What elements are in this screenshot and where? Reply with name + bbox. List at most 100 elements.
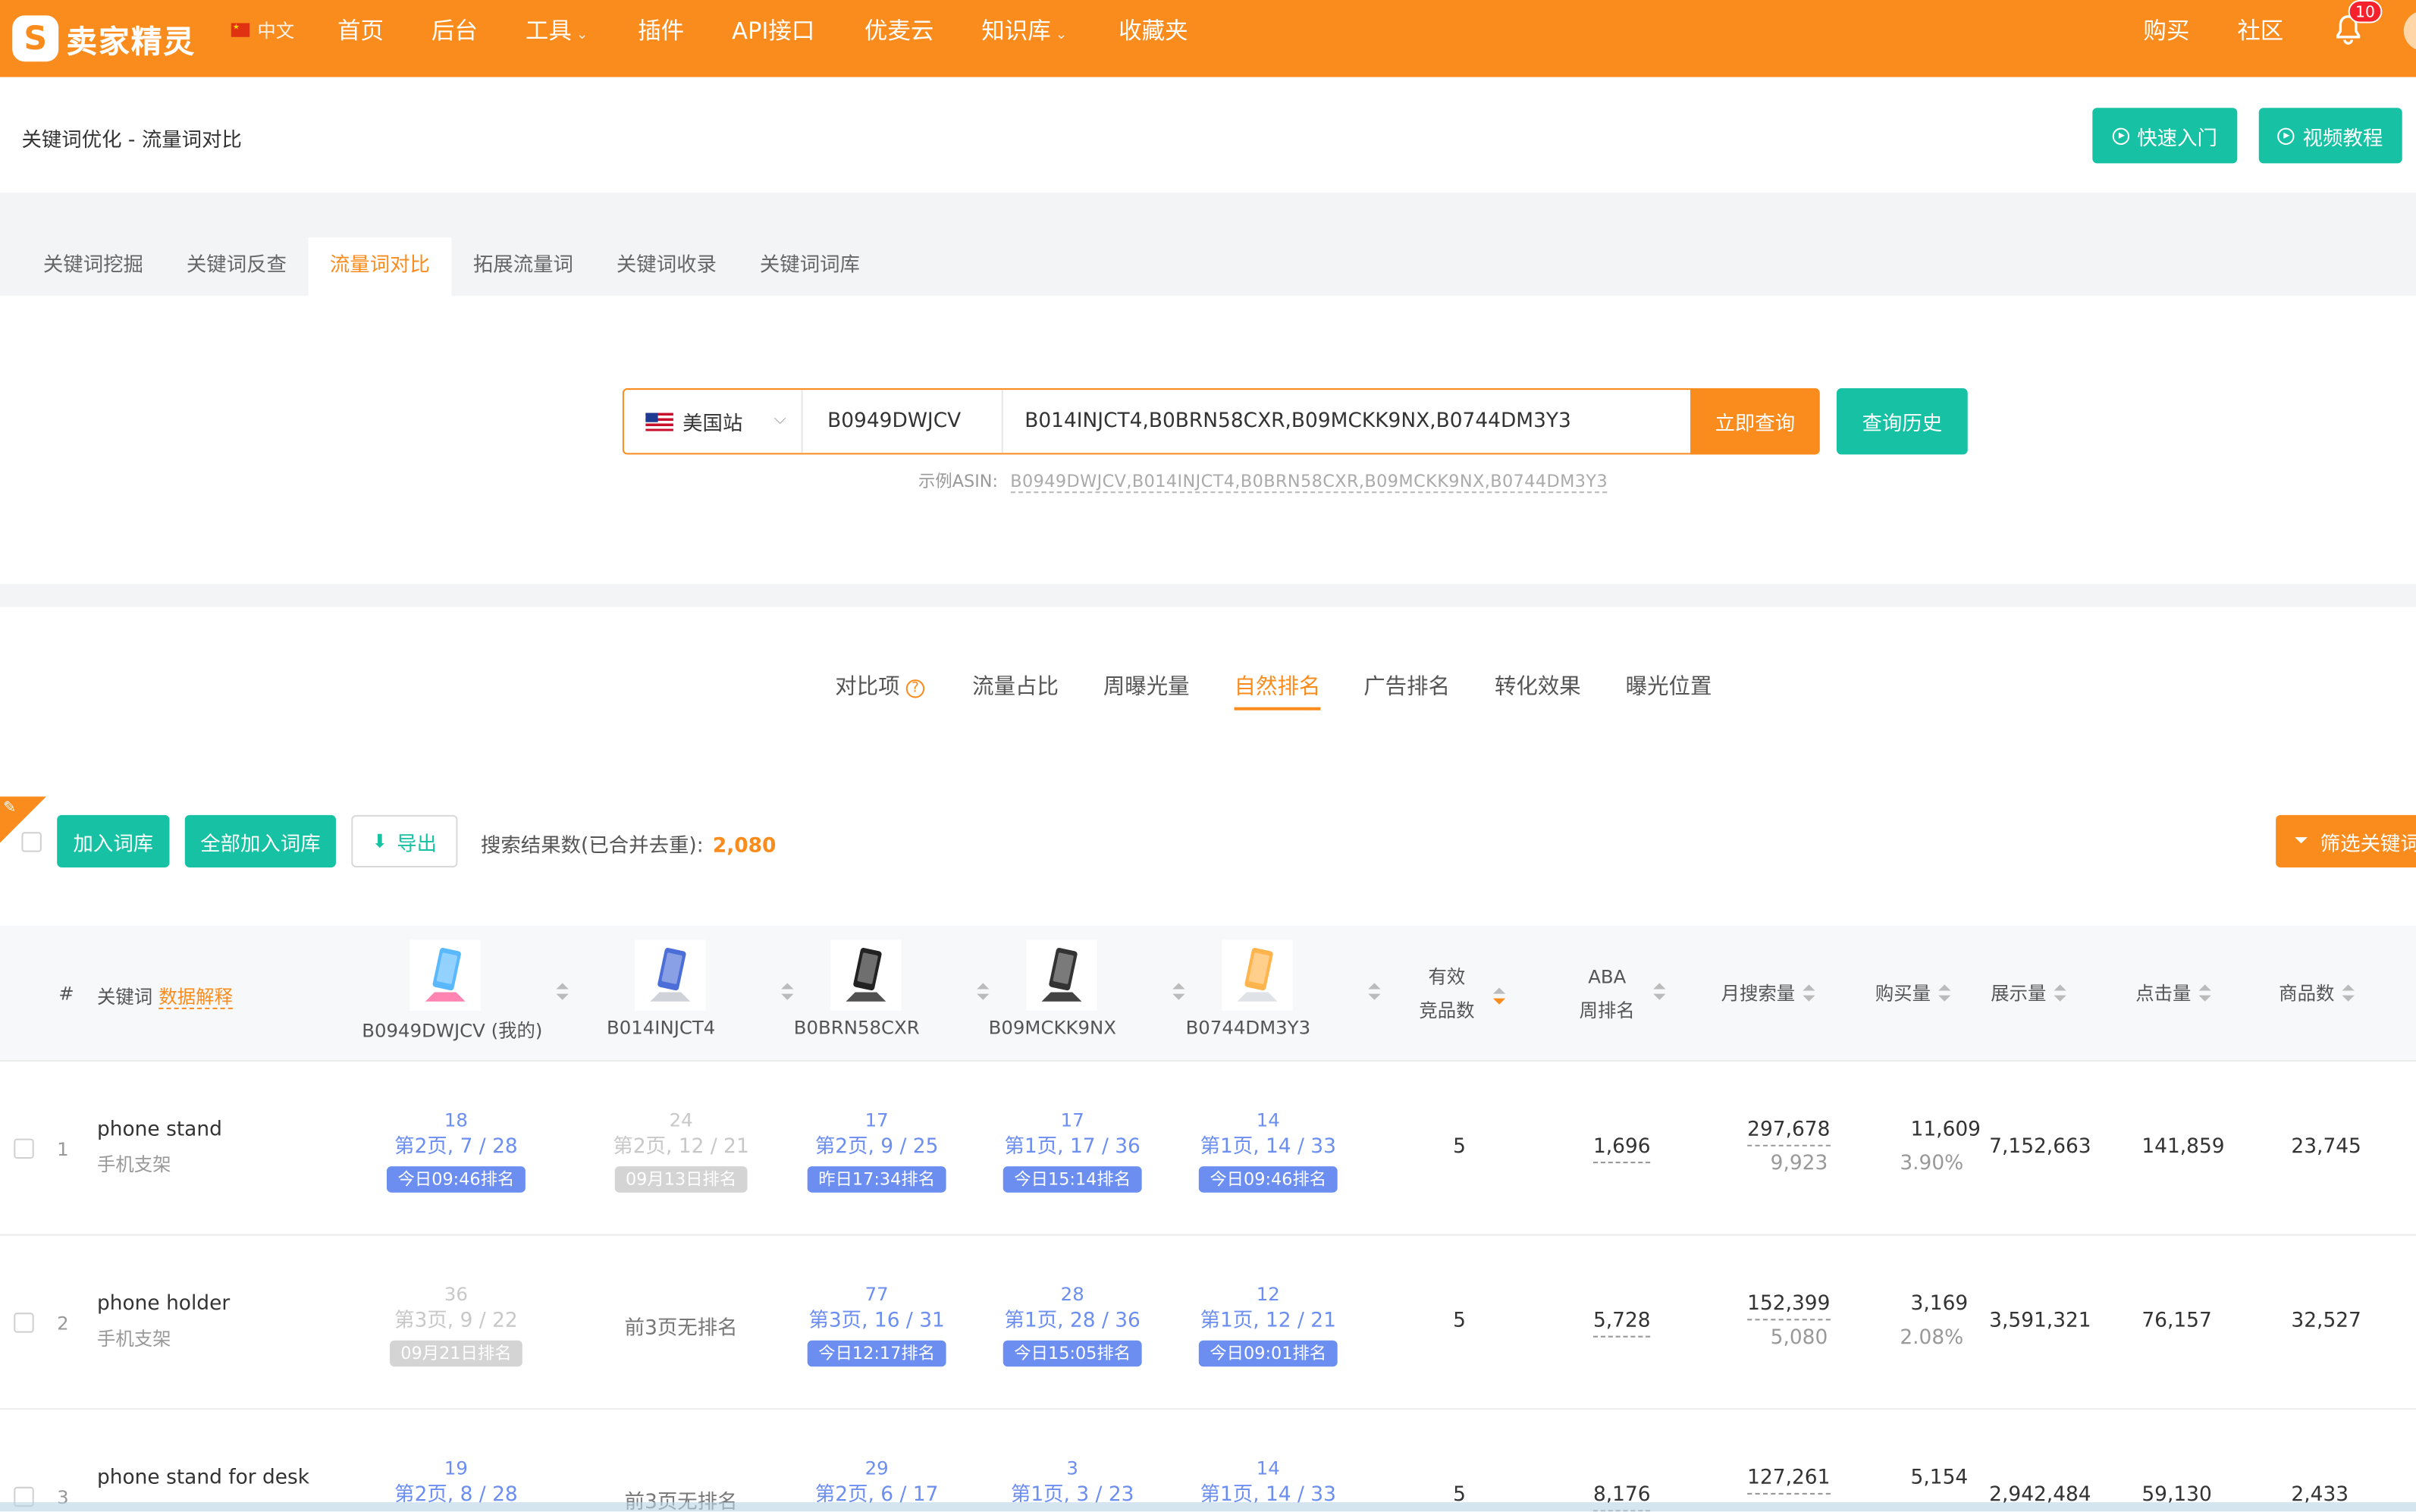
- sort-icon[interactable]: [1172, 983, 1185, 1001]
- my-asin-input[interactable]: [802, 390, 1003, 453]
- compare-tab-1[interactable]: 周曝光量: [1103, 670, 1190, 701]
- table-row[interactable]: 2 phone holder 手机支架 36 第3页, 9 / 22 09月21日排名 前3…: [0, 1235, 2416, 1410]
- rank-time-badge[interactable]: 昨日17:34排名: [808, 1166, 946, 1193]
- tab-5[interactable]: 关键词词库: [738, 237, 881, 296]
- export-button[interactable]: ⬇ 导出: [351, 814, 458, 867]
- select-all-checkbox[interactable]: [21, 832, 42, 852]
- quick-start-label: 快速入门: [2137, 127, 2217, 151]
- rank-position: 12: [1256, 1283, 1280, 1306]
- keyword-english[interactable]: phone stand: [97, 1118, 222, 1141]
- col-products[interactable]: 商品数: [2279, 980, 2355, 1006]
- logo[interactable]: S 卖家精灵: [12, 11, 196, 66]
- keyword-english[interactable]: phone stand for desk: [97, 1467, 309, 1489]
- rank-time-badge[interactable]: 今日12:17排名: [808, 1340, 946, 1367]
- quick-start-button[interactable]: 快速入门: [2092, 108, 2238, 164]
- chevron-down-icon: ⌄: [576, 27, 588, 43]
- col-monthly-search[interactable]: 月搜索量: [1721, 980, 1815, 1006]
- rank-time-badge[interactable]: 09月21日排名: [390, 1340, 522, 1367]
- asin-header-1: B014INJCT4: [606, 1017, 716, 1039]
- add-to-library-button[interactable]: 加入词库: [57, 814, 170, 867]
- nav-item-4[interactable]: API接口: [732, 14, 814, 46]
- table-row[interactable]: 3 phone stand for desk 19 第2页, 8 / 28 前3页无排名…: [0, 1410, 2416, 1512]
- rank-time-badge[interactable]: 今日09:46排名: [1199, 1166, 1338, 1193]
- sort-icon[interactable]: [977, 983, 990, 1001]
- nav-item-0[interactable]: 首页: [337, 14, 384, 46]
- sort-icon[interactable]: [781, 983, 794, 1001]
- valid-competitors: 5: [1453, 1135, 1466, 1159]
- col-clicks[interactable]: 点击量: [2135, 980, 2211, 1006]
- sort-icon[interactable]: [1492, 987, 1506, 1005]
- nav-item-7[interactable]: 收藏夹: [1119, 14, 1188, 46]
- query-button[interactable]: 立即查询: [1690, 388, 1820, 455]
- compare-tab-0[interactable]: 流量占比: [972, 670, 1059, 701]
- rank-page: 第2页, 12 / 21: [613, 1135, 749, 1159]
- col-impressions[interactable]: 展示量: [1991, 980, 2066, 1006]
- horizontal-scrollbar[interactable]: [0, 1502, 2416, 1512]
- rank-position: 14: [1256, 1457, 1280, 1479]
- keyword-help-link[interactable]: 数据解释: [158, 986, 233, 1009]
- table-row[interactable]: 1 phone stand 手机支架 18 第2页, 7 / 28 今日09:46排名 24…: [0, 1061, 2416, 1236]
- nav-item-6[interactable]: 知识库 ⌄: [981, 14, 1067, 46]
- video-tutorial-button[interactable]: 视频教程: [2258, 108, 2402, 164]
- product-thumbnail-icon[interactable]: [409, 940, 481, 1011]
- nav-item-label: 知识库: [981, 17, 1051, 45]
- rank-time-badge[interactable]: 今日15:14排名: [1003, 1166, 1142, 1193]
- aba-rank[interactable]: 1,696: [1592, 1136, 1651, 1164]
- rank-time-badge[interactable]: 今日15:05排名: [1003, 1340, 1142, 1367]
- rank-time-badge[interactable]: 今日09:01排名: [1199, 1340, 1338, 1367]
- sort-icon[interactable]: [1653, 983, 1666, 1001]
- sort-icon[interactable]: [2198, 984, 2211, 1002]
- nav-item-1[interactable]: 后台: [431, 14, 478, 46]
- nav-item-2[interactable]: 工具 ⌄: [526, 14, 588, 46]
- nav-community[interactable]: 社区: [2237, 14, 2283, 46]
- monthly-search[interactable]: 152,399: [1747, 1293, 1831, 1321]
- tab-2[interactable]: 流量词对比: [308, 237, 452, 296]
- product-thumbnail-icon[interactable]: [1222, 940, 1293, 1011]
- sort-icon[interactable]: [1803, 984, 1815, 1002]
- monthly-search[interactable]: 297,678: [1747, 1118, 1831, 1147]
- compare-tab-4[interactable]: 转化效果: [1495, 670, 1581, 701]
- rank-time-badge[interactable]: 今日09:46排名: [387, 1166, 526, 1193]
- product-thumbnail-icon[interactable]: [830, 940, 902, 1011]
- product-thumbnail-icon[interactable]: [635, 940, 706, 1011]
- avatar[interactable]: [2403, 11, 2416, 52]
- sort-icon[interactable]: [556, 983, 569, 1001]
- sort-icon[interactable]: [2342, 984, 2355, 1002]
- nav-item-5[interactable]: 优麦云: [864, 14, 933, 46]
- nav-item-3[interactable]: 插件: [638, 14, 684, 46]
- compare-tab-3[interactable]: 广告排名: [1363, 670, 1450, 701]
- compare-tab-2[interactable]: 自然排名: [1234, 670, 1321, 711]
- row-checkbox[interactable]: [14, 1313, 34, 1333]
- rank-cell: 77 第3页, 16 / 31 今日12:17排名: [784, 1282, 969, 1367]
- competitor-asin-input[interactable]: [1002, 390, 1690, 453]
- rank-time-badge[interactable]: 09月13日排名: [614, 1166, 748, 1193]
- product-thumbnail-icon[interactable]: [1026, 940, 1097, 1011]
- col-aba-rank[interactable]: ABA 周排名: [1575, 960, 1639, 1027]
- sort-icon[interactable]: [1368, 983, 1381, 1001]
- tab-3[interactable]: 拓展流量词: [451, 237, 595, 296]
- tab-0[interactable]: 关键词挖掘: [21, 237, 165, 296]
- rank-cell: 12 第1页, 12 / 21 今日09:01排名: [1175, 1282, 1360, 1367]
- aba-rank[interactable]: 5,728: [1592, 1310, 1651, 1338]
- compare-tab-5[interactable]: 曝光位置: [1626, 670, 1712, 701]
- keyword-english[interactable]: phone holder: [97, 1293, 230, 1316]
- tab-1[interactable]: 关键词反查: [165, 237, 308, 296]
- col-purchases[interactable]: 购买量: [1875, 980, 1951, 1006]
- filter-keywords-button[interactable]: ⏷ 筛选关键词: [2276, 814, 2416, 867]
- sort-icon[interactable]: [2054, 984, 2066, 1002]
- col-valid-competitors[interactable]: 有效 竞品数: [1411, 960, 1482, 1027]
- help-icon[interactable]: ?: [905, 679, 925, 698]
- notification-badge: 10: [2348, 0, 2383, 24]
- sort-icon[interactable]: [1938, 984, 1951, 1002]
- row-checkbox[interactable]: [14, 1138, 34, 1159]
- monthly-search[interactable]: 127,261: [1747, 1467, 1831, 1495]
- nav-buy[interactable]: 购买: [2143, 14, 2189, 46]
- site-select[interactable]: 美国站 ⌵: [624, 390, 803, 453]
- filter-label: 筛选关键词: [2320, 833, 2416, 856]
- add-all-button[interactable]: 全部加入词库: [184, 814, 336, 867]
- tab-4[interactable]: 关键词收录: [595, 237, 738, 296]
- col-aba-line1: ABA: [1588, 966, 1627, 988]
- query-history-button[interactable]: 查询历史: [1837, 388, 1968, 455]
- language-switch[interactable]: 中文: [231, 17, 294, 43]
- example-asin-link[interactable]: B0949DWJCV,B014INJCT4,B0BRN58CXR,B09MCKK…: [1010, 471, 1608, 494]
